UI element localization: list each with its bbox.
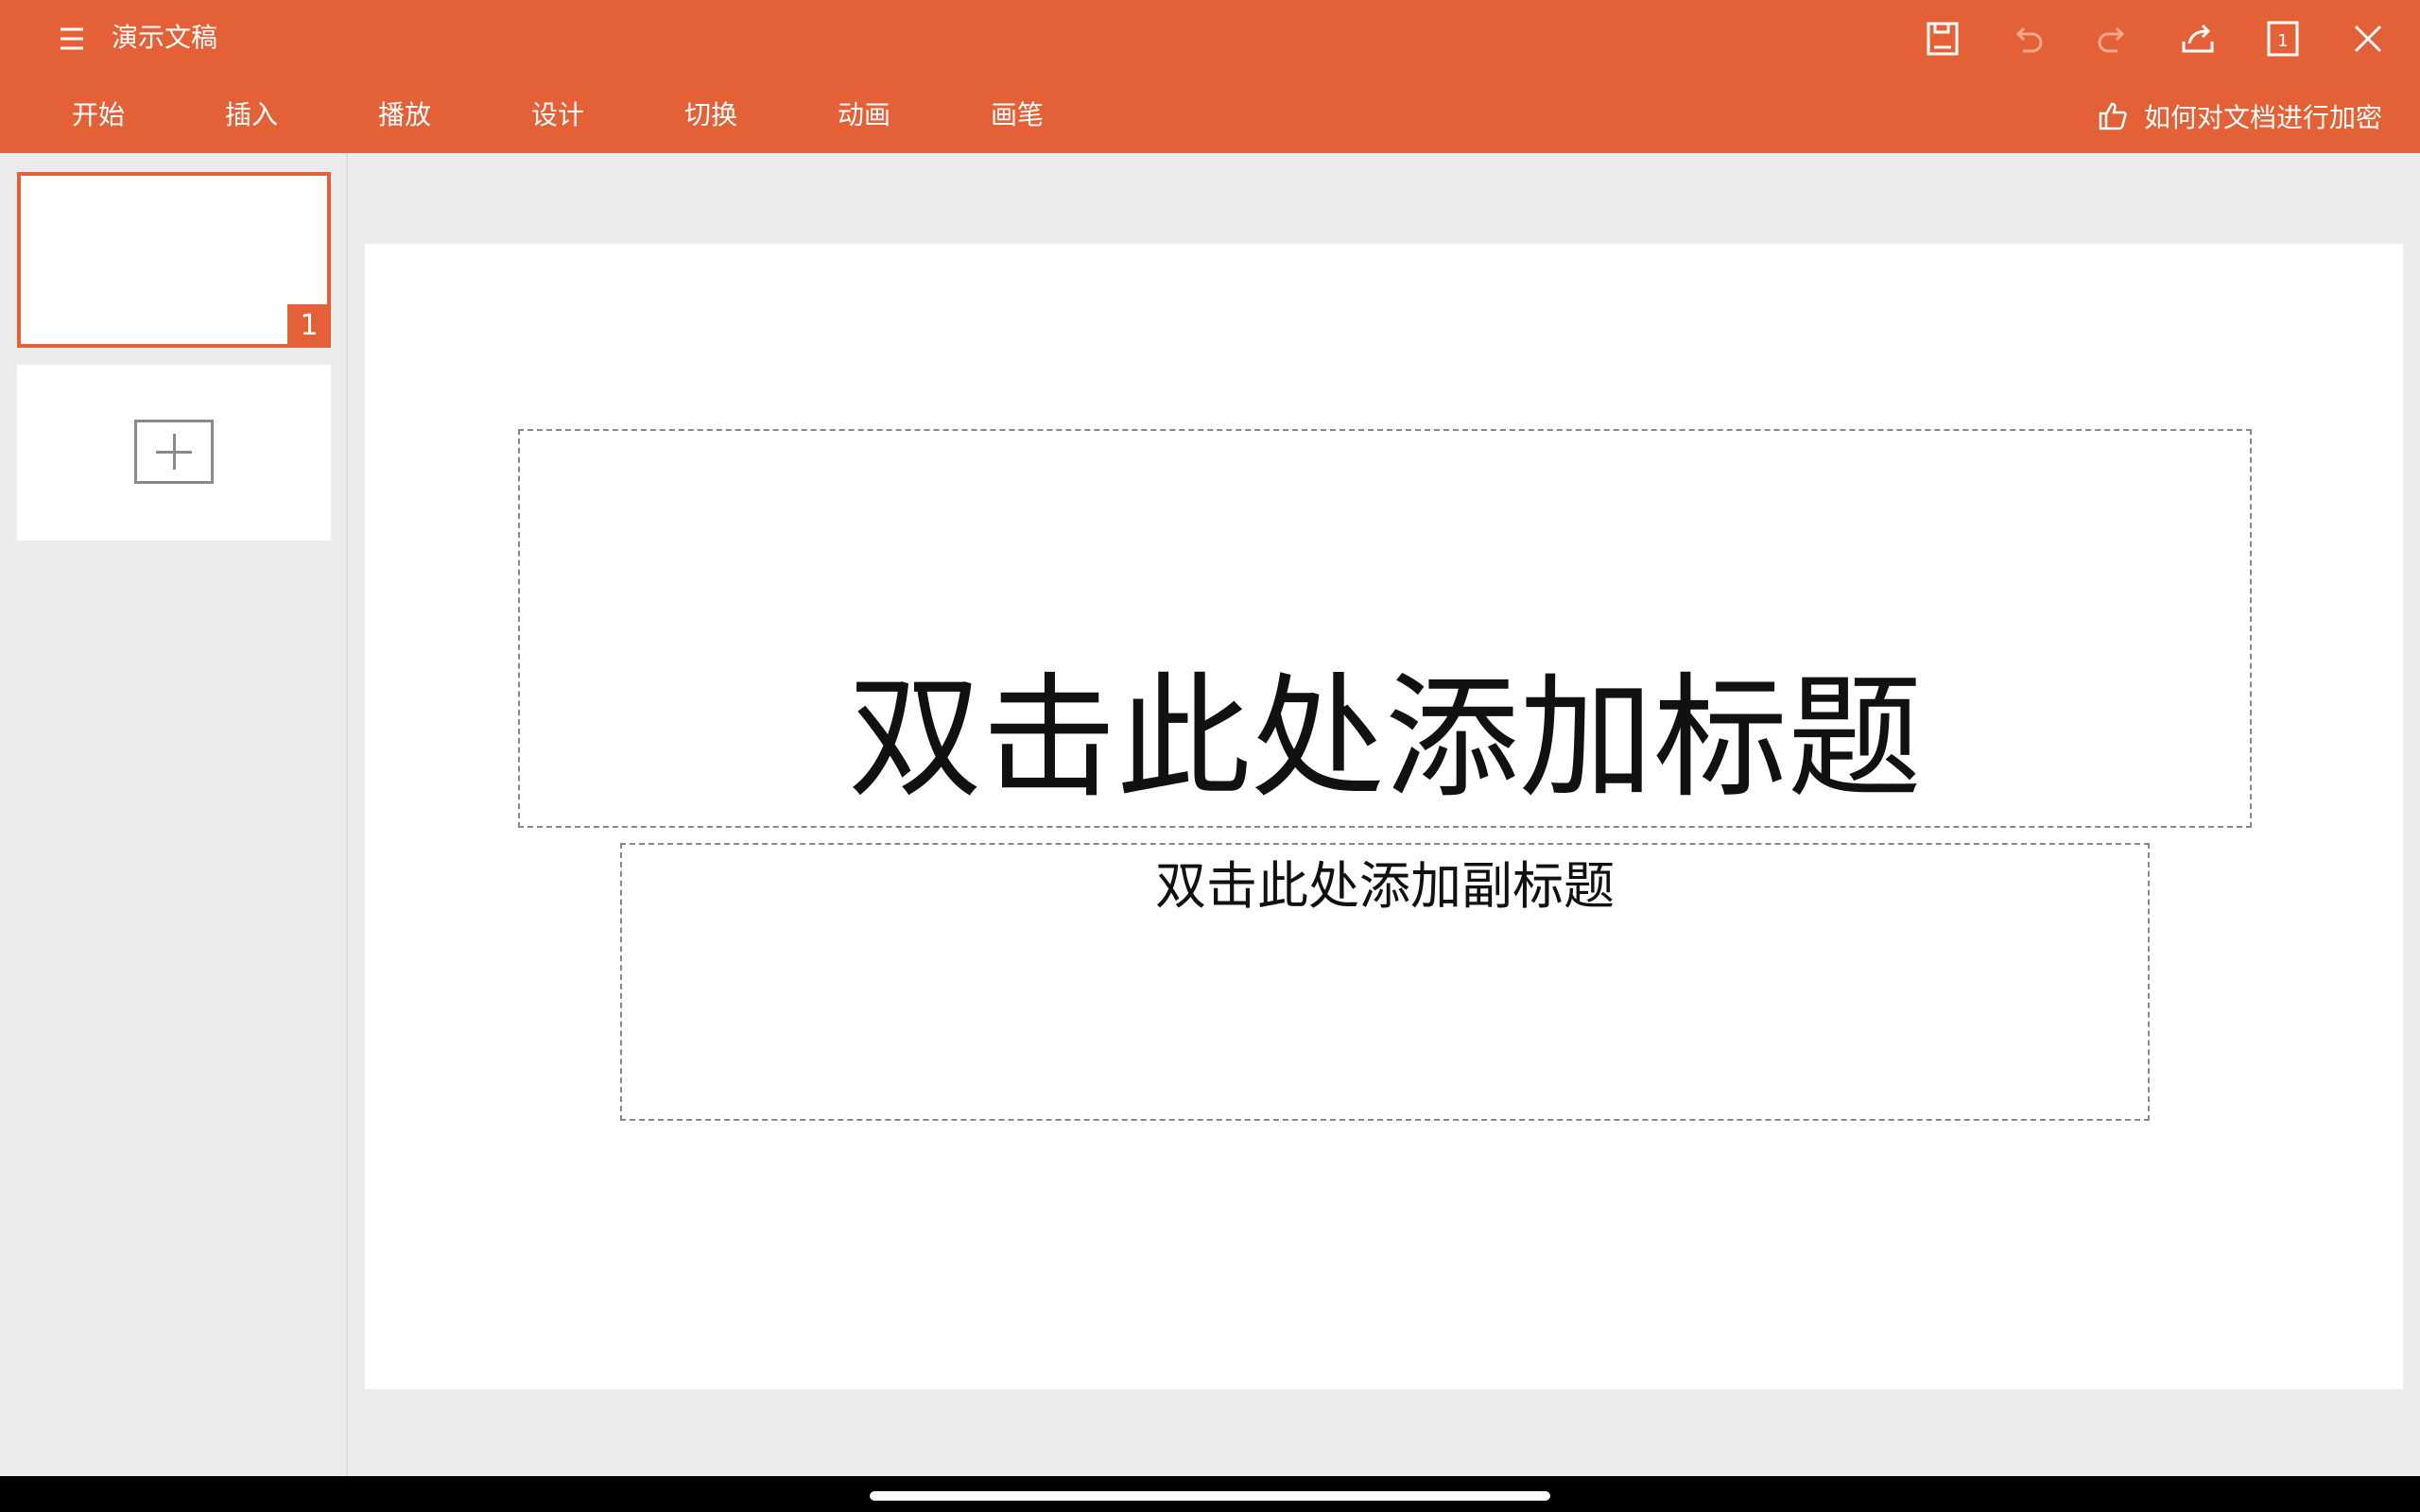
system-nav-bar (0, 1476, 2420, 1512)
redo-icon[interactable] (2091, 17, 2135, 60)
add-slide-button[interactable] (17, 365, 331, 541)
tab-animation[interactable]: 动画 (838, 93, 890, 138)
title-placeholder-text: 双击此处添加标题 (848, 661, 1922, 816)
title-row: 演示文稿 1 (0, 0, 2420, 77)
save-icon[interactable] (1921, 17, 1964, 60)
plus-icon (134, 420, 214, 484)
tab-design[interactable]: 设计 (531, 93, 584, 138)
menu-icon[interactable] (55, 21, 89, 57)
tab-transition[interactable]: 切换 (684, 93, 737, 138)
tab-insert[interactable]: 插入 (225, 93, 278, 138)
thumbs-up-icon (2099, 102, 2127, 130)
slide-thumbnail-1[interactable]: 1 (17, 172, 331, 348)
encrypt-tip-label: 如何对文档进行加密 (2143, 102, 2382, 133)
undo-icon[interactable] (2006, 17, 2049, 60)
page-view-number: 1 (2277, 31, 2288, 51)
tab-pen[interactable]: 画笔 (991, 93, 1044, 138)
tab-play[interactable]: 播放 (378, 93, 431, 138)
title-placeholder[interactable]: 双击此处添加标题 (518, 429, 2252, 828)
tab-start[interactable]: 开始 (72, 93, 125, 138)
slide-canvas[interactable]: 双击此处添加标题 双击此处添加副标题 (365, 244, 2403, 1389)
home-indicator[interactable] (870, 1491, 1550, 1501)
app-header: 演示文稿 1 开始 插入 播放 设计 切换 动画 画笔 如何对文档进行加密 (0, 0, 2420, 153)
close-icon[interactable] (2346, 17, 2390, 60)
share-icon[interactable] (2176, 17, 2220, 60)
subtitle-placeholder-text: 双击此处添加副标题 (1155, 856, 1615, 916)
encrypt-tip-link[interactable]: 如何对文档进行加密 (2097, 93, 2382, 140)
page-view-icon[interactable]: 1 (2261, 17, 2305, 60)
subtitle-placeholder[interactable]: 双击此处添加副标题 (620, 843, 2150, 1121)
document-title: 演示文稿 (112, 22, 218, 53)
slide-number-badge: 1 (287, 304, 331, 348)
slides-panel: 1 (0, 153, 348, 1476)
